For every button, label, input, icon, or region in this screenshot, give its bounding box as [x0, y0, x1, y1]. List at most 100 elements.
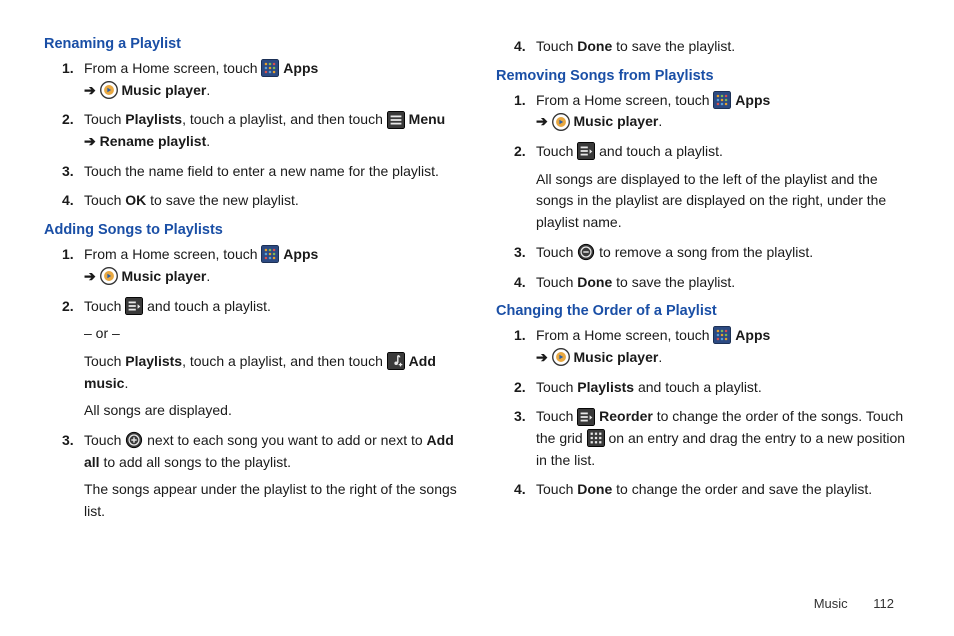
text: Touch — [84, 432, 125, 448]
apps-icon — [713, 326, 731, 344]
step: From a Home screen, touch Apps ➔ Music p… — [84, 58, 458, 101]
or-text: – or – — [84, 323, 458, 345]
text: From a Home screen, touch — [84, 246, 261, 262]
text: Touch Playlists, touch a playlist, and t… — [84, 351, 458, 394]
text: Touch — [536, 481, 577, 497]
done-label: Done — [577, 274, 612, 290]
period: . — [658, 349, 662, 365]
step: Touch next to each song you want to add … — [84, 430, 458, 523]
music-player-icon — [100, 267, 118, 285]
text: Touch — [84, 353, 125, 369]
text: to add all songs to the playlist. — [100, 454, 291, 470]
heading-removing: Removing Songs from Playlists — [496, 68, 910, 84]
rename-label: Rename playlist — [100, 133, 207, 149]
ok-label: OK — [125, 192, 146, 208]
grid-handle-icon — [587, 429, 605, 447]
text: All songs are displayed to the left of t… — [536, 169, 910, 234]
text: The songs appear under the playlist to t… — [84, 479, 458, 522]
text: Touch — [536, 379, 577, 395]
text: Touch — [84, 111, 125, 127]
period: . — [658, 113, 662, 129]
remove-circle-icon — [577, 243, 595, 261]
step: From a Home screen, touch Apps ➔ Music p… — [536, 90, 910, 133]
text: From a Home screen, touch — [84, 60, 261, 76]
period: . — [206, 82, 210, 98]
text: From a Home screen, touch — [536, 92, 713, 108]
music-player-icon — [100, 81, 118, 99]
steps-adding-cont: Touch Done to save the playlist. — [496, 36, 910, 58]
step: Touch Done to save the playlist. — [536, 36, 910, 58]
apps-label: Apps — [735, 327, 770, 343]
add-music-icon — [387, 352, 405, 370]
heading-adding: Adding Songs to Playlists — [44, 222, 458, 238]
text: Touch the name field to enter a new name… — [84, 163, 439, 179]
done-label: Done — [577, 38, 612, 54]
text: Touch — [84, 192, 125, 208]
apps-label: Apps — [735, 92, 770, 108]
text: Touch — [536, 143, 577, 159]
step: Touch Done to save the playlist. — [536, 272, 910, 294]
steps-removing: From a Home screen, touch Apps ➔ Music p… — [496, 90, 910, 294]
text: From a Home screen, touch — [536, 327, 713, 343]
text: and touch a playlist. — [634, 379, 762, 395]
playlists-label: Playlists — [125, 111, 182, 127]
menu-label: Menu — [409, 111, 446, 127]
step: Touch Done to change the order and save … — [536, 479, 910, 501]
step: From a Home screen, touch Apps ➔ Music p… — [536, 325, 910, 368]
text: to change the order and save the playlis… — [612, 481, 872, 497]
apps-icon — [261, 245, 279, 263]
text: All songs are displayed. — [84, 400, 458, 422]
music-player-label: Music player — [122, 82, 207, 98]
step: Touch and touch a playlist. All songs ar… — [536, 141, 910, 234]
arrow-icon: ➔ — [84, 268, 96, 284]
step: Touch to remove a song from the playlist… — [536, 242, 910, 264]
music-player-icon — [552, 113, 570, 131]
period: . — [124, 375, 128, 391]
text: , touch a playlist, and then touch — [182, 353, 387, 369]
page-footer: Music 112 — [814, 596, 894, 611]
text: to save the playlist. — [612, 38, 735, 54]
text: Touch — [536, 408, 577, 424]
step: Touch Reorder to change the order of the… — [536, 406, 910, 471]
arrow-icon: ➔ — [84, 133, 96, 149]
apps-label: Apps — [283, 246, 318, 262]
music-player-label: Music player — [122, 268, 207, 284]
apps-icon — [261, 59, 279, 77]
heading-changing: Changing the Order of a Playlist — [496, 303, 910, 319]
apps-label: Apps — [283, 60, 318, 76]
playlist-icon — [577, 408, 595, 426]
manual-page: Renaming a Playlist From a Home screen, … — [0, 0, 954, 533]
text: and touch a playlist. — [599, 143, 723, 159]
text: next to each song you want to add or nex… — [147, 432, 426, 448]
step: From a Home screen, touch Apps ➔ Music p… — [84, 244, 458, 287]
playlists-label: Playlists — [125, 353, 182, 369]
steps-changing: From a Home screen, touch Apps ➔ Music p… — [496, 325, 910, 501]
footer-section: Music — [814, 596, 848, 611]
text: , touch a playlist, and then touch — [182, 111, 387, 127]
text: Touch — [536, 38, 577, 54]
text: and touch a playlist. — [147, 298, 271, 314]
text: to save the new playlist. — [146, 192, 299, 208]
playlist-icon — [577, 142, 595, 160]
footer-page-number: 112 — [873, 596, 894, 611]
step: Touch OK to save the new playlist. — [84, 190, 458, 212]
step: Touch Playlists and touch a playlist. — [536, 377, 910, 399]
step: Touch Playlists, touch a playlist, and t… — [84, 109, 458, 152]
step: Touch and touch a playlist. – or – Touch… — [84, 296, 458, 422]
music-player-icon — [552, 348, 570, 366]
text: to save the playlist. — [612, 274, 735, 290]
text: Touch — [84, 298, 125, 314]
arrow-icon: ➔ — [536, 113, 548, 129]
heading-renaming: Renaming a Playlist — [44, 36, 458, 52]
steps-renaming: From a Home screen, touch Apps ➔ Music p… — [44, 58, 458, 212]
music-player-label: Music player — [574, 113, 659, 129]
step: Touch the name field to enter a new name… — [84, 161, 458, 183]
apps-icon — [713, 91, 731, 109]
arrow-icon: ➔ — [536, 349, 548, 365]
music-player-label: Music player — [574, 349, 659, 365]
menu-icon — [387, 111, 405, 129]
period: . — [206, 268, 210, 284]
steps-adding: From a Home screen, touch Apps ➔ Music p… — [44, 244, 458, 523]
left-column: Renaming a Playlist From a Home screen, … — [44, 36, 458, 533]
playlists-label: Playlists — [577, 379, 634, 395]
